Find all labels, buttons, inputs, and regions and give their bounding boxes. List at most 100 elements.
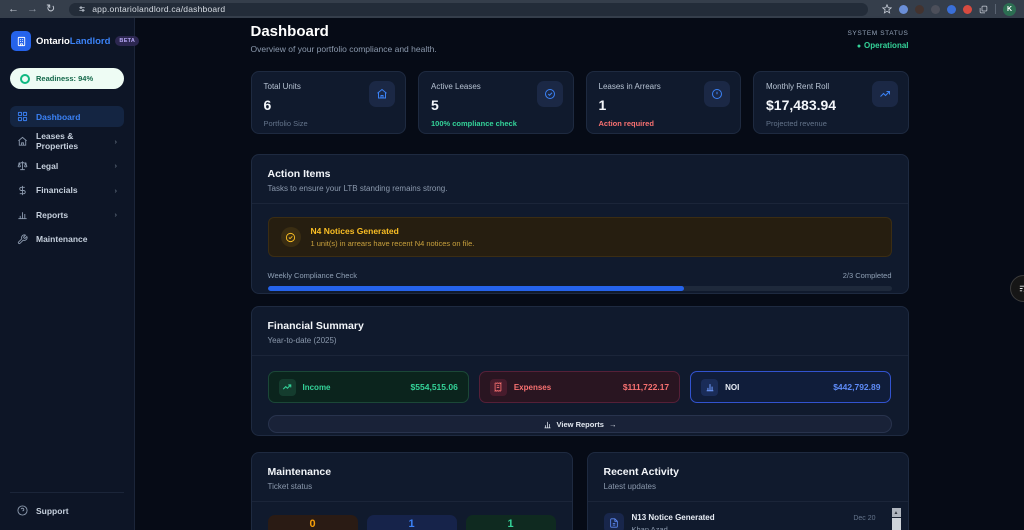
site-settings-icon [79,6,85,12]
divider [587,501,908,502]
extension-icon[interactable] [899,4,908,14]
bar-chart-icon [544,421,551,428]
compliance-progress-bar [267,286,892,291]
scrollbar-up-arrow[interactable]: ▲ [891,508,901,517]
sidebar-item-reports[interactable]: Reports › [10,204,124,225]
ticket-count-resolved: 1 [465,515,556,530]
arrow-right-icon: → [608,419,617,429]
toolbar-divider [995,4,996,14]
sidebar-item-label: Financials [36,185,78,195]
browser-forward-button[interactable]: → [27,0,38,18]
view-reports-label: View Reports [556,419,604,429]
home-icon [18,136,27,146]
income-metric: Income $554,515.06 [267,371,469,403]
stat-card-total-units: Total Units 6 Portfolio Size [250,71,406,134]
alert-title: N4 Notices Generated [310,226,399,236]
sidebar-item-dashboard[interactable]: Dashboard [10,106,124,127]
panel-title: Maintenance [267,466,332,478]
alert-circle-icon [704,81,730,107]
panel-subtitle: Year-to-date (2025) [267,336,337,345]
chevron-right-icon: › [114,185,118,195]
divider [251,203,908,204]
activity-list-item[interactable]: N13 Notice Generated Khan Azad Dec 20 [603,513,892,530]
n4-notices-alert[interactable]: N4 Notices Generated 1 unit(s) in arrear… [267,217,892,257]
check-circle-icon [536,81,563,107]
scales-icon [17,161,28,171]
trend-up-icon [871,81,898,107]
financial-summary-panel: Financial Summary Year-to-date (2025) In… [250,306,909,436]
extension-icon[interactable] [915,4,924,14]
divider [251,355,908,356]
system-status-value: ● Operational [856,41,909,50]
browser-refresh-button[interactable]: ↻ [46,0,55,18]
activity-subtitle: Khan Azad [631,525,668,530]
panel-subtitle: Latest updates [603,482,656,491]
browser-back-button[interactable]: ← [8,0,19,18]
bottom-row: Maintenance Ticket status 0 1 1 Recent A… [250,452,909,530]
browser-profile-avatar[interactable]: K [1003,2,1016,16]
activity-scrollbar[interactable]: ▲ [891,508,901,530]
financial-metrics-row: Income $554,515.06 Expenses $111,722.17 … [267,371,892,403]
browser-toolbar: ← → ↻ app.ontariolandlord.ca/dashboard K [0,0,1024,18]
sidebar-item-leases-properties[interactable]: Leases & Properties › [10,131,124,152]
stat-card-leases-in-arrears: Leases in Arrears 1 Action required [585,71,741,134]
page-header: Dashboard Overview of your portfolio com… [251,23,909,54]
sidebar: OntarioLandlord BETA Readiness: 94% Dash… [0,18,140,530]
brand: OntarioLandlord BETA [11,31,140,51]
bar-chart-icon [701,378,719,396]
sidebar-item-label: Legal [36,160,59,171]
chevron-right-icon: › [114,136,118,146]
sidebar-item-maintenance[interactable]: Maintenance [10,229,124,250]
stats-row: Total Units 6 Portfolio Size Active Leas… [250,71,909,134]
metric-value: $554,515.06 [410,382,458,392]
brand-logo-icon [11,31,31,51]
sidebar-item-financials[interactable]: Financials › [10,180,124,201]
progress-status: 2/3 Completed [842,271,892,280]
extension-icon[interactable] [963,4,972,14]
address-bar[interactable]: app.ontariolandlord.ca/dashboard [69,2,868,16]
stat-card-monthly-rent-roll: Monthly Rent Roll $17,483.94 Projected r… [753,71,909,134]
metric-value: $111,722.17 [622,382,670,392]
panel-subtitle: Ticket status [267,482,313,491]
maintenance-panel: Maintenance Ticket status 0 1 1 [250,452,573,530]
bookmark-star-icon[interactable] [882,4,892,14]
page-subtitle: Overview of your portfolio compliance an… [250,44,437,54]
dollar-icon [19,185,26,195]
chevron-right-icon: › [114,161,118,170]
stat-card-active-leases: Active Leases 5 100% compliance check [418,71,574,134]
system-status: SYSTEM STATUS ● Operational [847,30,908,50]
ticket-counts-row: 0 1 1 [267,515,556,530]
metric-label: Income [302,382,331,392]
extension-icon[interactable] [947,4,956,14]
stat-sub: Portfolio Size [263,119,308,128]
panel-title: Recent Activity [603,466,679,478]
system-status-label: SYSTEM STATUS [847,30,909,37]
extension-icon[interactable] [931,4,940,14]
stat-sub: Action required [598,119,654,128]
ticket-count-open: 0 [267,515,358,530]
sidebar-item-label: Maintenance [36,234,88,244]
main-content: Dashboard Overview of your portfolio com… [135,18,1024,530]
stat-sub: 100% compliance check [431,119,517,128]
progress-row: Weekly Compliance Check 2/3 Completed [268,271,892,280]
metric-label: NOI [725,382,740,392]
page-title: Dashboard [250,23,329,40]
check-circle-icon [280,227,301,247]
activity-date: Dec 20 [853,515,876,522]
sidebar-item-label: Reports [36,209,69,220]
sidebar-item-support[interactable]: Support [10,492,124,516]
grid-icon [17,111,28,122]
progress-label: Weekly Compliance Check [267,271,357,280]
sidebar-item-legal[interactable]: Legal › [10,155,124,176]
sidebar-item-label: Dashboard [36,111,81,122]
tab-groups-icon[interactable] [979,5,988,14]
panel-title: Financial Summary [267,320,364,332]
readiness-label: Readiness: 94% [36,74,94,83]
readiness-pill[interactable]: Readiness: 94% [10,68,124,89]
activity-title: N13 Notice Generated [631,513,715,522]
view-reports-button[interactable]: View Reports → [267,415,892,433]
document-icon [603,513,624,530]
url-text: app.ontariolandlord.ca/dashboard [92,4,226,14]
readiness-ring-icon [20,73,30,84]
scrollbar-thumb[interactable] [891,518,901,530]
